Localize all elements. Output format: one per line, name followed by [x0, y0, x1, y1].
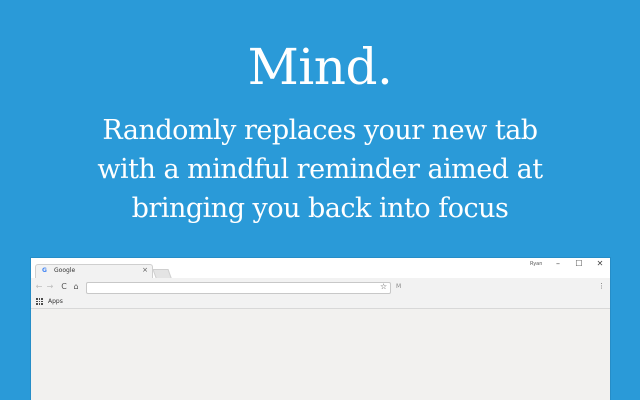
address-bar[interactable]	[86, 282, 391, 294]
close-window-button[interactable]: ✕	[593, 259, 607, 269]
reload-icon[interactable]: C	[59, 281, 69, 292]
tab-title: Google	[54, 267, 76, 274]
hero-tagline: Randomly replaces your new tab with a mi…	[40, 111, 600, 228]
minimize-button[interactable]: –	[551, 259, 565, 269]
star-icon[interactable]: ☆	[380, 282, 387, 292]
home-icon[interactable]: ⌂	[71, 281, 81, 292]
browser-content-area	[31, 309, 610, 400]
maximize-button[interactable]: ☐	[572, 259, 586, 269]
bookmarks-bar: Apps	[31, 297, 610, 309]
forward-arrow-icon[interactable]: →	[45, 281, 55, 292]
browser-window: G Google × Ryan – ☐ ✕ ← → C ⌂ ☆ M ⋮ Apps	[31, 258, 610, 400]
back-arrow-icon[interactable]: ←	[34, 281, 44, 292]
tagline-line-2: with a mindful reminder aimed at	[97, 154, 543, 185]
apps-bookmark-label[interactable]: Apps	[48, 298, 63, 306]
apps-grid-icon[interactable]	[36, 298, 43, 305]
tagline-line-3: bringing you back into focus	[131, 193, 509, 224]
browser-titlebar: G Google × Ryan – ☐ ✕	[31, 258, 610, 278]
new-tab-button[interactable]	[152, 269, 172, 278]
browser-toolbar: ← → C ⌂ ☆ M ⋮	[31, 278, 610, 297]
google-favicon-icon: G	[42, 267, 47, 274]
hero-title: Mind.	[247, 38, 393, 96]
tagline-line-1: Randomly replaces your new tab	[102, 115, 538, 146]
profile-label[interactable]: Ryan	[530, 261, 542, 267]
browser-tab-google[interactable]: G Google ×	[35, 264, 153, 278]
extension-icon[interactable]: M	[396, 282, 401, 292]
menu-icon[interactable]: ⋮	[598, 281, 605, 292]
close-tab-icon[interactable]: ×	[142, 266, 148, 275]
